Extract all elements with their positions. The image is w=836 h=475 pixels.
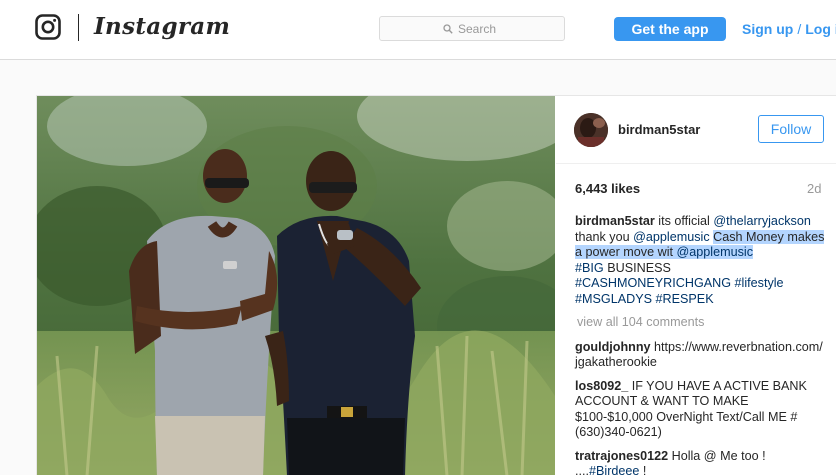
search-icon [443, 24, 453, 34]
caption-text: Cash Money [713, 229, 784, 244]
comment-text: .... [575, 464, 589, 475]
hashtag-link[interactable]: #MSGLADYS [575, 292, 652, 306]
comment-text: Holla @ Me too ! [671, 448, 766, 463]
post-image [37, 96, 555, 475]
mention-link[interactable]: @thelarryjackson [713, 214, 810, 228]
comment-author[interactable]: tratrajones0122 [575, 449, 668, 463]
log-in-link[interactable]: Log in [805, 21, 836, 37]
hashtag-link[interactable]: #CASHMONEYRICHGANG [575, 276, 731, 290]
avatar[interactable] [574, 113, 608, 147]
hashtag-link[interactable]: #BIG [575, 261, 604, 275]
auth-separator: / [797, 21, 802, 37]
comment-item: gouldjohnny https://www.reverbnation.com… [575, 340, 825, 371]
post-username[interactable]: birdman5star [618, 122, 700, 137]
top-navigation-bar: Instagram Search Get the app Sign up / Log… [0, 0, 836, 60]
get-the-app-button[interactable]: Get the app [614, 17, 726, 41]
post-sidebar: birdman5star Follow 6,443 likes 2d birdm… [556, 96, 836, 475]
comment-author[interactable]: los8092_ [575, 379, 628, 393]
sign-up-link[interactable]: Sign up [742, 21, 793, 37]
post-card: birdman5star Follow 6,443 likes 2d birdm… [36, 95, 836, 475]
comment-author[interactable]: gouldjohnny [575, 340, 651, 354]
like-count[interactable]: 6,443 likes [575, 181, 640, 196]
caption-author[interactable]: birdman5star [575, 214, 655, 228]
hashtag-link[interactable]: #Birdeee [589, 464, 639, 475]
post-header: birdman5star Follow [556, 96, 836, 164]
comment-item: los8092_ IF YOU HAVE A ACTIVE BANK ACCOU… [575, 379, 825, 441]
search-placeholder: Search [458, 22, 497, 36]
post-timestamp[interactable]: 2d [807, 181, 821, 196]
follow-button[interactable]: Follow [758, 115, 824, 143]
caption-text: its official [658, 214, 710, 228]
comment-item: tratrajones0122 Holla @ Me too ! ....#Bi… [575, 449, 825, 475]
post-photo[interactable] [37, 96, 555, 475]
instagram-wordmark[interactable]: Instagram [94, 13, 230, 40]
auth-links: Sign up/Log in [742, 21, 836, 37]
mention-link[interactable]: @applemusic [677, 245, 754, 259]
view-all-comments-link[interactable]: view all 104 comments [577, 315, 825, 331]
caption-text: BUSINESS [607, 260, 671, 275]
mention-link[interactable]: @applemusic [633, 230, 710, 244]
comment-text: ! [642, 464, 647, 475]
avatar-image [574, 113, 608, 147]
logo-divider [78, 14, 79, 41]
comments-list: birdman5star its official @thelarryjacks… [575, 214, 825, 475]
caption: birdman5star its official @thelarryjacks… [575, 214, 825, 307]
caption-text: thank you [575, 229, 630, 244]
hashtag-link[interactable]: #RESPEK [656, 292, 714, 306]
search-input[interactable]: Search [379, 16, 565, 41]
instagram-camera-icon[interactable] [35, 14, 61, 40]
hashtag-link[interactable]: #lifestyle [735, 276, 784, 290]
